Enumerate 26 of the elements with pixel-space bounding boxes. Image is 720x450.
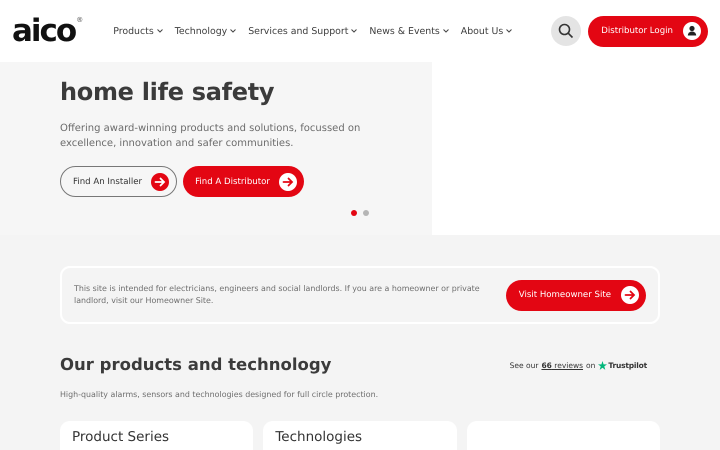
- search-icon: [558, 23, 574, 39]
- chevron-down-icon: [156, 29, 163, 33]
- hero-text: Offering award-winning products and solutions, focussed on excellence, innovation and safer communities.: [60, 122, 362, 151]
- nav-link[interactable]: News & Events: [369, 26, 449, 36]
- search-button[interactable]: [551, 16, 582, 46]
- chevron-down-icon: [351, 29, 358, 33]
- slide-dot[interactable]: [363, 210, 369, 216]
- category-card[interactable]: Technologies: [263, 421, 457, 450]
- homeowner-site-button[interactable]: Visit Homeowner Site: [506, 280, 646, 310]
- user-icon: [683, 22, 701, 40]
- slide-dot[interactable]: [351, 210, 357, 216]
- section-title: Our products and technology: [60, 354, 332, 376]
- find-installer-button[interactable]: Find An Installer: [60, 166, 178, 197]
- login-button[interactable]: Distributor Login: [588, 16, 708, 46]
- nav-link[interactable]: Technology: [174, 26, 236, 36]
- hero-heading: home life safety: [60, 77, 276, 108]
- find-distributor-button[interactable]: Find A Distributor: [183, 166, 304, 197]
- logo[interactable]: aico: [12, 16, 76, 46]
- category-card[interactable]: Product Series: [60, 421, 254, 450]
- star-icon: [598, 360, 608, 370]
- chevron-down-icon: [442, 29, 449, 33]
- chevron-down-icon: [506, 29, 512, 33]
- nav-link[interactable]: Products: [113, 26, 163, 36]
- nav-link[interactable]: Services and Support: [248, 26, 358, 36]
- chevron-down-icon: [230, 29, 236, 33]
- nav-link[interactable]: About Us: [460, 26, 512, 36]
